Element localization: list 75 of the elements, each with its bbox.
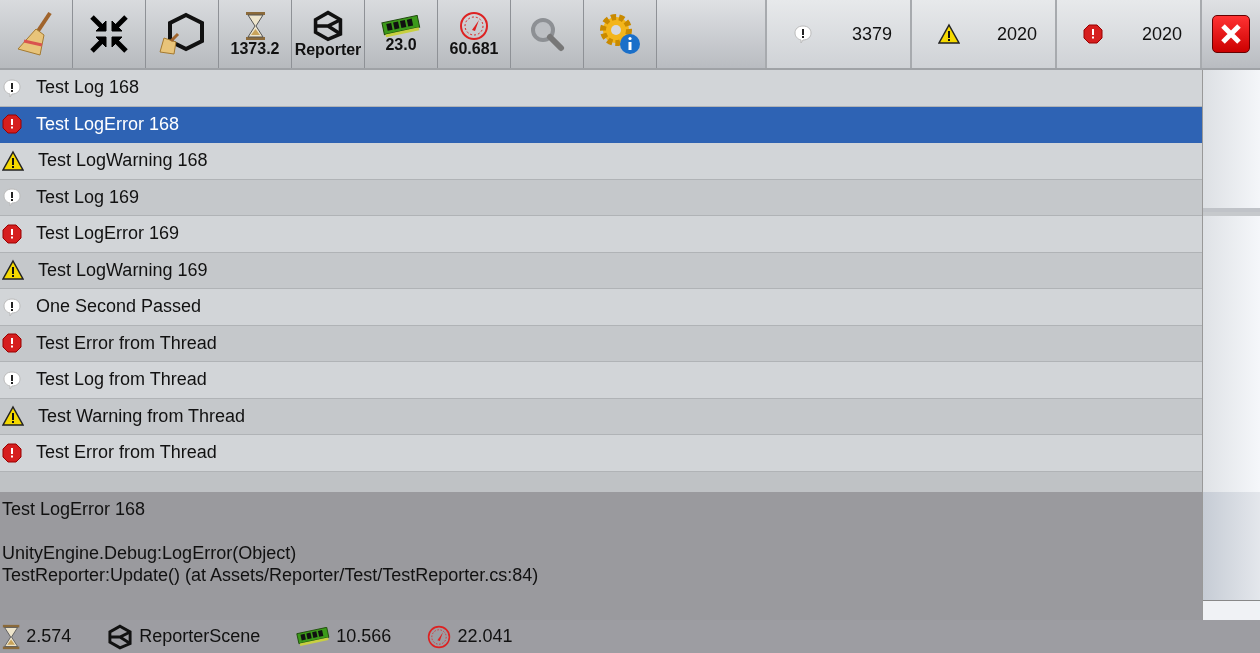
speech-bubble-icon xyxy=(2,187,22,208)
warning-icon xyxy=(2,259,24,282)
gear-info-icon xyxy=(598,12,642,56)
gauge-icon xyxy=(427,624,452,649)
log-detail-message: Test LogError 168 xyxy=(2,498,147,520)
cube-broom-icon xyxy=(158,12,206,56)
log-row[interactable]: Test Error from Thread xyxy=(0,435,1202,472)
log-message: Test Log from Thread xyxy=(36,369,207,391)
warning-icon xyxy=(938,23,960,45)
log-row[interactable]: Test LogError 168 xyxy=(0,106,1202,143)
tool-button[interactable]: 60.681 xyxy=(438,0,511,68)
log-row[interactable]: Test LogError 169 xyxy=(0,216,1202,253)
log-message: Test LogWarning 169 xyxy=(38,259,208,281)
log-message: Test Error from Thread xyxy=(36,442,217,464)
warning-icon xyxy=(2,149,24,172)
log-message: One Second Passed xyxy=(36,296,202,318)
hourglass-icon xyxy=(244,11,266,41)
log-row[interactable]: One Second Passed xyxy=(0,289,1202,326)
tool-label: 23.0 xyxy=(385,37,417,53)
memory-chip-icon xyxy=(296,627,331,646)
log-row[interactable]: Test Log from Thread xyxy=(0,362,1202,399)
status-value: ReporterScene xyxy=(139,626,261,647)
status-value: 22.041 xyxy=(457,626,513,647)
log-row[interactable]: Test Warning from Thread xyxy=(0,398,1202,435)
cube-icon xyxy=(312,10,344,42)
log-row[interactable]: Test LogWarning 168 xyxy=(0,143,1202,180)
status-value: 10.566 xyxy=(336,626,392,647)
stack-trace-line: TestReporter:Update() (at Assets/Reporter/Test/TestReporter.cs:84) xyxy=(2,564,540,586)
speech-bubble-icon xyxy=(793,24,813,44)
log-message: Test Log 169 xyxy=(36,186,140,208)
status-value: 2.574 xyxy=(26,626,72,647)
gauge-icon xyxy=(459,11,489,41)
tool-button[interactable]: 23.0 xyxy=(365,0,438,68)
close-button[interactable] xyxy=(1212,15,1250,53)
search-icon xyxy=(529,16,565,52)
tool-label: Reporter xyxy=(294,42,362,58)
log-message: Test LogError 168 xyxy=(36,113,180,135)
error-icon xyxy=(1083,24,1103,44)
log-filter-button[interactable]: 3379 xyxy=(765,0,910,68)
log-count: 2020 xyxy=(996,23,1037,45)
warning-icon xyxy=(2,405,24,428)
tool-label: 60.681 xyxy=(449,41,499,57)
log-message: Test LogError 169 xyxy=(36,223,180,245)
log-message: Test Log 168 xyxy=(36,77,140,99)
memory-chip-icon xyxy=(381,15,421,37)
speech-bubble-icon xyxy=(2,77,22,98)
tool-button[interactable]: 1373.2 xyxy=(219,0,292,68)
error-icon xyxy=(2,114,22,135)
speech-bubble-icon xyxy=(2,296,22,317)
tool-button[interactable] xyxy=(146,0,219,68)
hourglass-icon xyxy=(2,623,21,650)
tool-label: 1373.2 xyxy=(230,41,280,57)
collapse-arrows-icon xyxy=(89,14,129,54)
log-message: Test Error from Thread xyxy=(36,332,217,354)
scrollbar[interactable] xyxy=(1202,492,1260,620)
log-count: 2020 xyxy=(1141,23,1182,45)
speech-bubble-icon xyxy=(2,369,22,390)
log-message: Test Warning from Thread xyxy=(38,405,246,427)
log-filter-button[interactable]: 2020 xyxy=(910,0,1055,68)
scrollbar[interactable] xyxy=(1202,70,1260,492)
log-row[interactable]: Test Log 169 xyxy=(0,179,1202,216)
tool-button[interactable]: Reporter xyxy=(292,0,365,68)
log-filter-button[interactable]: 2020 xyxy=(1055,0,1200,68)
error-icon xyxy=(2,333,22,354)
log-row[interactable]: Test Log 168 xyxy=(0,70,1202,107)
close-icon xyxy=(1220,23,1242,45)
log-row[interactable]: Test LogWarning 169 xyxy=(0,252,1202,289)
cube-icon xyxy=(107,623,134,650)
error-icon xyxy=(2,442,22,463)
log-row[interactable]: Test Error from Thread xyxy=(0,325,1202,362)
log-count: 3379 xyxy=(851,23,892,45)
tool-button[interactable] xyxy=(73,0,146,68)
error-icon xyxy=(2,223,22,244)
log-message: Test LogWarning 168 xyxy=(38,150,208,172)
stack-trace-line: UnityEngine.Debug:LogError(Object) xyxy=(2,542,298,564)
